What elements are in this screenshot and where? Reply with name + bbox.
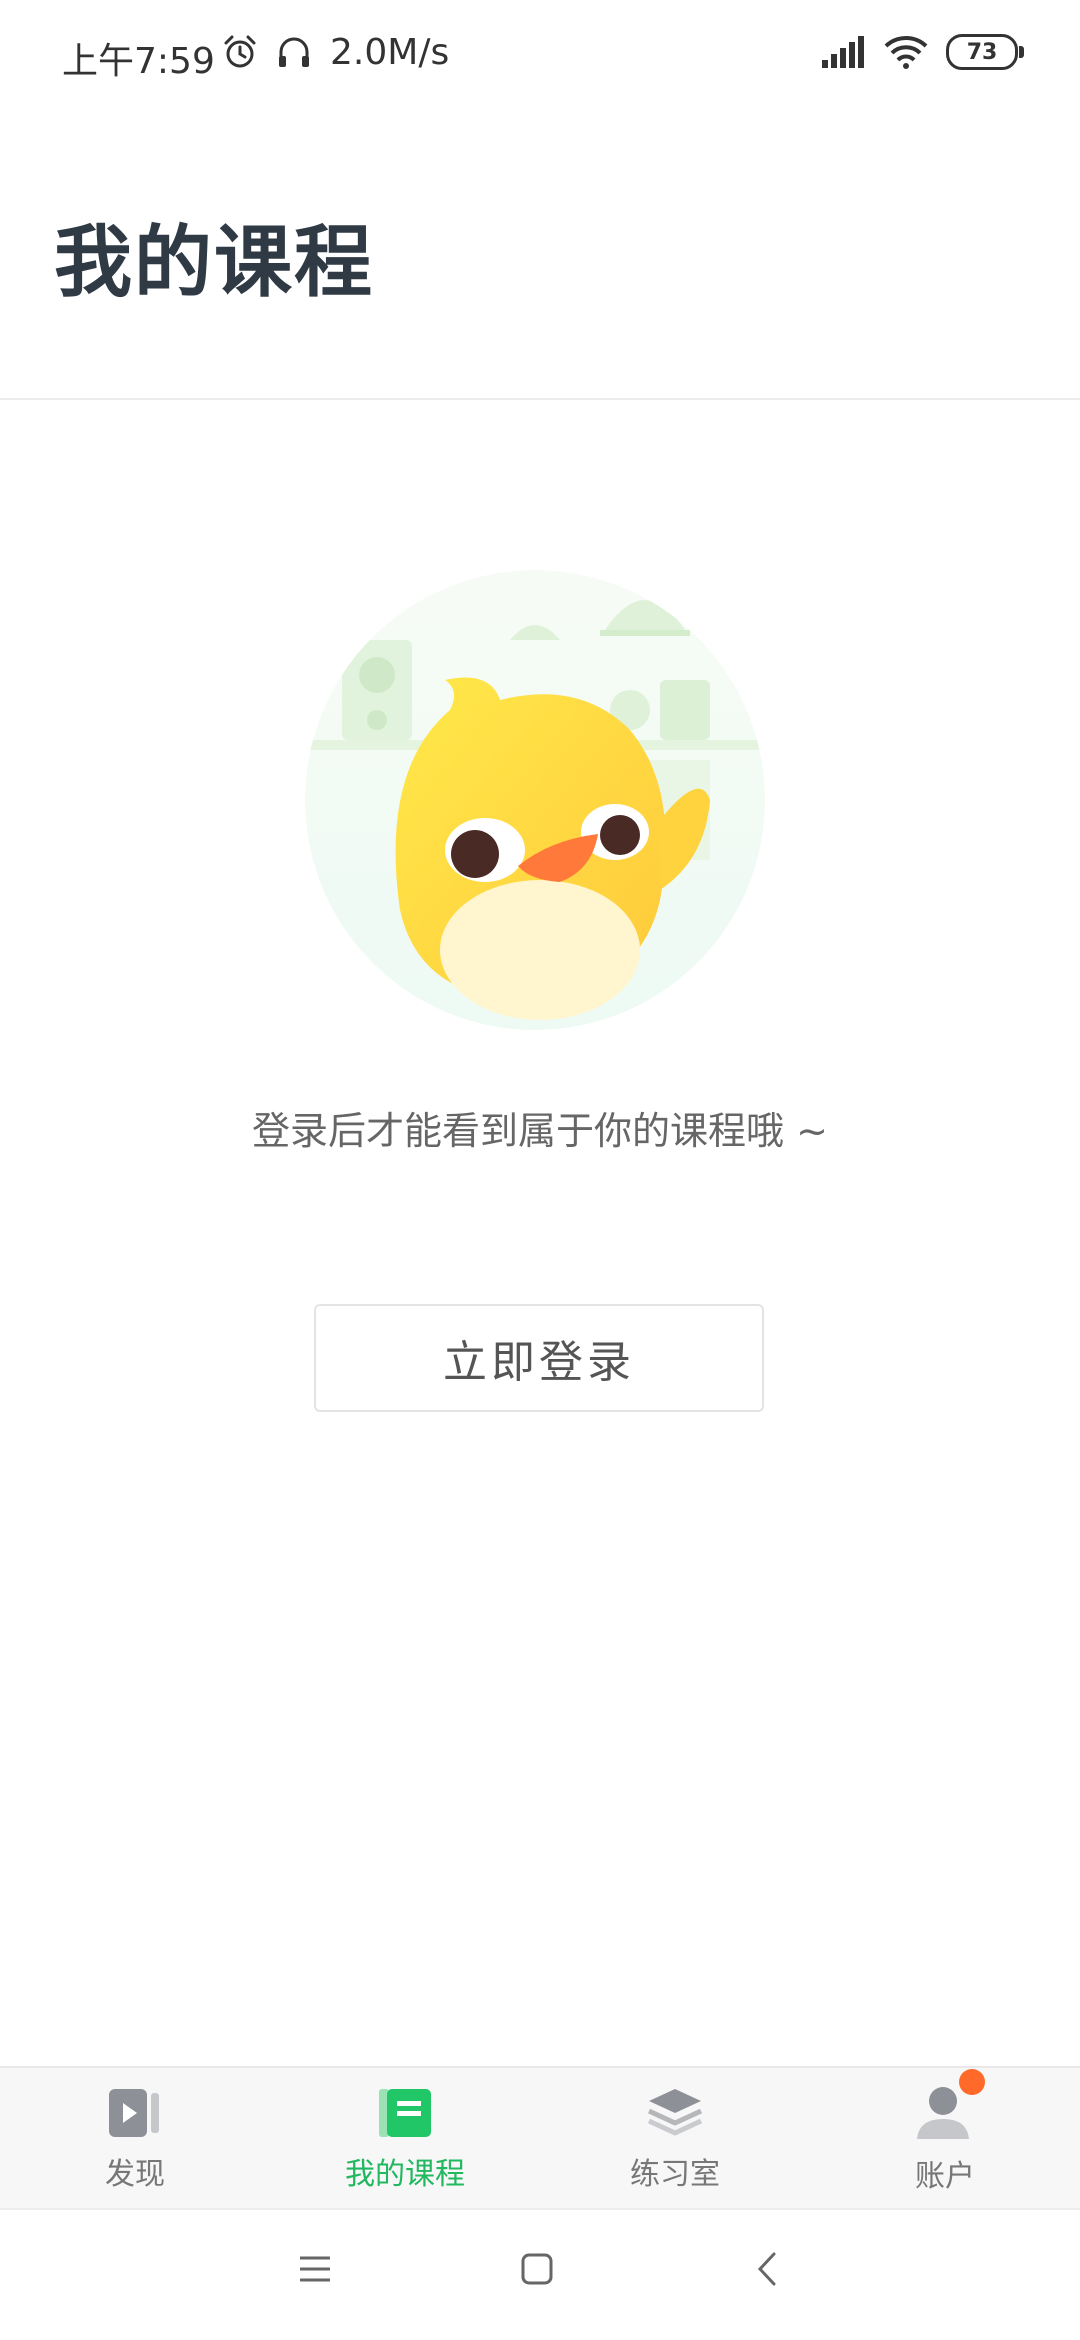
status-left-icons bbox=[222, 34, 312, 70]
alarm-icon bbox=[224, 35, 256, 68]
header-divider bbox=[0, 398, 1080, 400]
nav-label-account: 账户 bbox=[915, 2159, 975, 2194]
status-bar: 上午7:59 2.0M/s 73 bbox=[0, 0, 1080, 110]
status-right-icons: 73 bbox=[822, 34, 1024, 70]
system-navigation-bar bbox=[0, 2208, 1080, 2340]
battery-indicator: 73 bbox=[946, 34, 1024, 70]
nav-label-my-courses: 我的课程 bbox=[345, 2157, 465, 2192]
menu-icon[interactable] bbox=[298, 2252, 332, 2286]
network-speed: 2.0M/s bbox=[330, 32, 450, 73]
nav-item-discover[interactable]: 发现 bbox=[0, 2068, 270, 2208]
nav-item-practice-room[interactable]: 练习室 bbox=[540, 2068, 810, 2208]
page-title: 我的课程 bbox=[54, 218, 375, 308]
wifi-icon bbox=[884, 36, 928, 69]
home-icon[interactable] bbox=[520, 2252, 554, 2286]
bottom-navigation: 发现 我的课程 练习室 账户 bbox=[0, 2066, 1080, 2208]
battery-level: 73 bbox=[966, 39, 998, 65]
signal-icon bbox=[822, 36, 864, 68]
empty-state-message: 登录后才能看到属于你的课程哦 ~ bbox=[252, 1109, 828, 1153]
headphones-icon bbox=[279, 37, 309, 67]
nav-label-discover: 发现 bbox=[105, 2157, 165, 2192]
notification-badge bbox=[959, 2069, 985, 2095]
status-time: 上午7:59 bbox=[62, 41, 215, 82]
nav-item-my-courses[interactable]: 我的课程 bbox=[270, 2068, 540, 2208]
nav-item-account[interactable]: 账户 bbox=[810, 2068, 1080, 2208]
my-courses-icon bbox=[379, 2089, 431, 2137]
practice-room-icon bbox=[647, 2089, 703, 2136]
discover-icon bbox=[109, 2089, 159, 2137]
back-icon[interactable] bbox=[750, 2252, 784, 2286]
login-button[interactable]: 立即登录 bbox=[314, 1304, 764, 1412]
empty-state-illustration bbox=[305, 570, 765, 1030]
nav-label-practice-room: 练习室 bbox=[630, 2157, 720, 2192]
